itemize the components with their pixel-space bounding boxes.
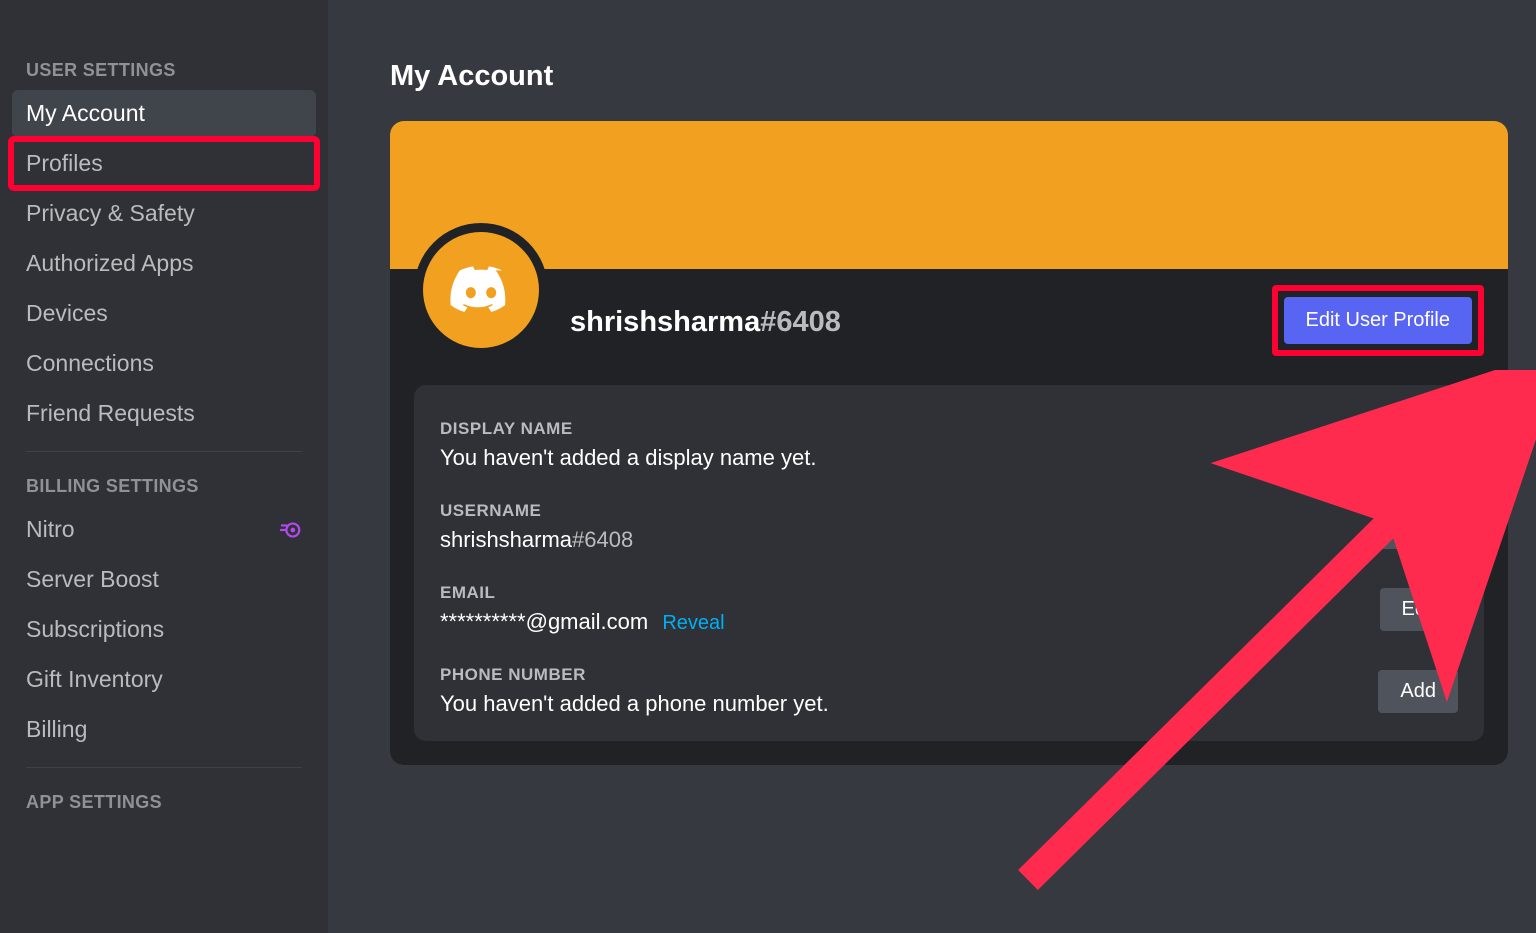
settings-sidebar: USER SETTINGS My Account Profiles Privac… <box>0 0 328 933</box>
sidebar-item-gift-inventory[interactable]: Gift Inventory <box>12 656 316 703</box>
sidebar-category-billing-settings: BILLING SETTINGS <box>12 466 316 503</box>
field-label: DISPLAY NAME <box>440 419 1380 439</box>
sidebar-item-label: Connections <box>26 350 154 377</box>
profile-banner <box>390 121 1508 269</box>
field-username: USERNAME shrishsharma#6408 Edit <box>440 491 1458 573</box>
sidebar-item-profiles[interactable]: Profiles <box>12 140 316 187</box>
discord-logo-icon <box>448 265 514 315</box>
nitro-boost-icon <box>280 519 302 541</box>
sidebar-item-devices[interactable]: Devices <box>12 290 316 337</box>
sidebar-item-label: Authorized Apps <box>26 250 194 277</box>
edit-email-button[interactable]: Edit <box>1380 588 1458 631</box>
sidebar-divider <box>26 767 302 768</box>
sidebar-item-label: Privacy & Safety <box>26 200 195 227</box>
sidebar-item-connections[interactable]: Connections <box>12 340 316 387</box>
field-phone: PHONE NUMBER You haven't added a phone n… <box>440 655 1458 723</box>
field-value: You haven't added a phone number yet. <box>440 691 1378 717</box>
user-tag: shrishsharma#6408 <box>570 306 841 339</box>
sidebar-item-label: Billing <box>26 716 87 743</box>
field-email: EMAIL **********@gmail.com Reveal Edit <box>440 573 1458 655</box>
sidebar-item-label: Gift Inventory <box>26 666 163 693</box>
reveal-email-link[interactable]: Reveal <box>662 612 724 634</box>
sidebar-item-server-boost[interactable]: Server Boost <box>12 556 316 603</box>
edit-profile-highlight: Edit User Profile <box>1272 285 1485 356</box>
edit-display-name-button[interactable]: Edit <box>1380 424 1458 467</box>
field-label: EMAIL <box>440 583 1380 603</box>
username-text: shrishsharma <box>570 306 760 338</box>
sidebar-item-subscriptions[interactable]: Subscriptions <box>12 606 316 653</box>
discriminator-text: #6408 <box>760 306 841 338</box>
sidebar-item-billing[interactable]: Billing <box>12 706 316 753</box>
add-phone-button[interactable]: Add <box>1378 670 1458 713</box>
sidebar-item-label: Friend Requests <box>26 400 195 427</box>
sidebar-item-authorized-apps[interactable]: Authorized Apps <box>12 240 316 287</box>
avatar[interactable] <box>423 232 539 348</box>
sidebar-item-privacy-safety[interactable]: Privacy & Safety <box>12 190 316 237</box>
avatar-border <box>414 223 548 357</box>
sidebar-item-label: Server Boost <box>26 566 159 593</box>
sidebar-item-label: Nitro <box>26 516 75 543</box>
field-label: USERNAME <box>440 501 1380 521</box>
sidebar-category-app-settings: APP SETTINGS <box>12 782 316 819</box>
field-value: **********@gmail.com Reveal <box>440 609 1380 635</box>
sidebar-divider <box>26 451 302 452</box>
discriminator-value: #6408 <box>572 527 633 552</box>
sidebar-item-my-account[interactable]: My Account <box>12 90 316 137</box>
username-value: shrishsharma <box>440 527 572 552</box>
account-card: shrishsharma#6408 Edit User Profile DISP… <box>390 121 1508 765</box>
sidebar-category-user-settings: USER SETTINGS <box>12 50 316 87</box>
sidebar-item-friend-requests[interactable]: Friend Requests <box>12 390 316 437</box>
main-content: My Account shrishsharma#6408 Edit User P… <box>328 0 1536 933</box>
sidebar-item-label: Devices <box>26 300 108 327</box>
account-field-list: DISPLAY NAME You haven't added a display… <box>414 385 1484 741</box>
sidebar-item-label: My Account <box>26 100 145 127</box>
field-label: PHONE NUMBER <box>440 665 1378 685</box>
page-title: My Account <box>390 60 1508 93</box>
email-value: **********@gmail.com <box>440 609 648 634</box>
field-display-name: DISPLAY NAME You haven't added a display… <box>440 409 1458 491</box>
field-value: You haven't added a display name yet. <box>440 445 1380 471</box>
edit-username-button[interactable]: Edit <box>1380 506 1458 549</box>
edit-user-profile-button[interactable]: Edit User Profile <box>1284 297 1473 344</box>
sidebar-item-label: Subscriptions <box>26 616 164 643</box>
field-value: shrishsharma#6408 <box>440 527 1380 553</box>
sidebar-item-nitro[interactable]: Nitro <box>12 506 316 553</box>
sidebar-item-label: Profiles <box>26 150 103 177</box>
identity-row: shrishsharma#6408 Edit User Profile <box>390 269 1508 385</box>
